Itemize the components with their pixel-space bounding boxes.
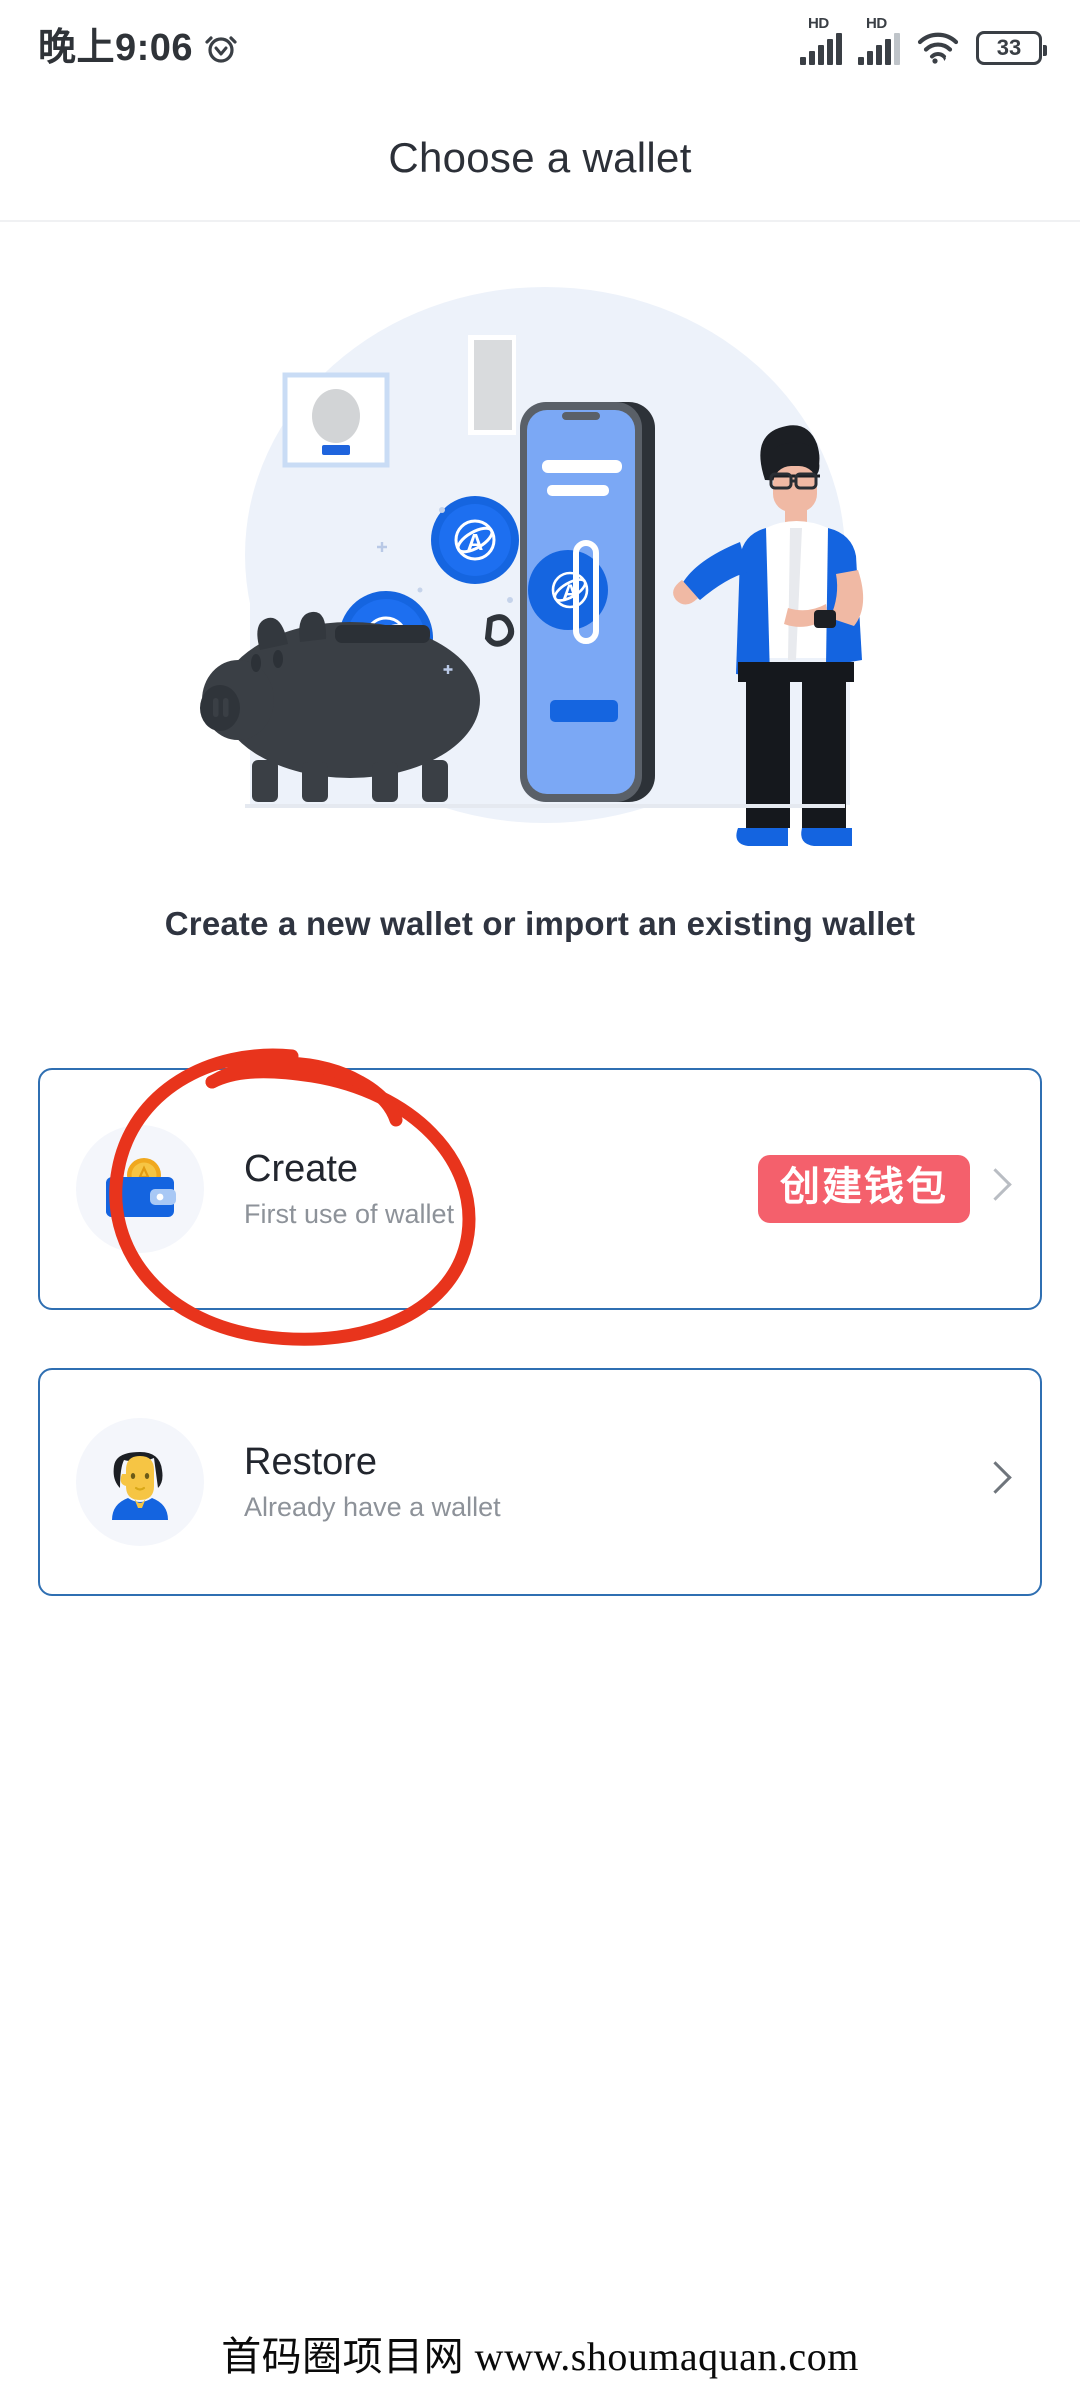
battery-icon: 33 bbox=[976, 31, 1047, 65]
chevron-right-icon[interactable] bbox=[980, 1454, 1014, 1510]
onboarding-subtitle: Create a new wallet or import an existin… bbox=[164, 905, 916, 942]
battery-level: 33 bbox=[996, 35, 1022, 60]
illustration-container: A A bbox=[0, 280, 1080, 850]
smartphone: A bbox=[520, 402, 655, 802]
hd-label-sim2: HD bbox=[866, 15, 887, 32]
person-avatar-icon bbox=[76, 1418, 204, 1546]
create-title: Create bbox=[244, 1147, 359, 1190]
restore-card-text: Restore Already have a wallet bbox=[244, 1441, 980, 1524]
status-time: 晚上9:06 bbox=[38, 27, 194, 69]
hd-label-sim1: HD bbox=[808, 15, 829, 32]
create-subtitle: First use of wallet bbox=[244, 1199, 455, 1230]
footer-watermark: 首码圈项目网 www.shoumaquan.com bbox=[221, 2334, 859, 2379]
chevron-right-icon[interactable] bbox=[980, 1161, 1014, 1217]
status-bar: 晚上9:06 HD HD 33 bbox=[0, 0, 1080, 96]
wallet-onboarding-illustration: A A bbox=[200, 287, 864, 846]
wallet-coin-icon bbox=[76, 1125, 204, 1253]
restore-title: Restore bbox=[244, 1440, 378, 1483]
status-bar-left: 晚上9:06 bbox=[38, 29, 239, 67]
signal-icon-sim2: HD bbox=[858, 15, 900, 65]
wifi-icon bbox=[917, 32, 959, 64]
page-title: Choose a wallet bbox=[388, 134, 692, 181]
create-card-text: Create First use of wallet bbox=[244, 1148, 758, 1231]
restore-subtitle: Already have a wallet bbox=[244, 1492, 501, 1523]
create-wallet-badge[interactable]: 创建钱包 bbox=[758, 1155, 970, 1223]
alarm-clock-icon bbox=[205, 36, 237, 63]
wallet-option-create[interactable]: Create First use of wallet 创建钱包 bbox=[38, 1068, 1042, 1310]
wallet-option-restore[interactable]: Restore Already have a wallet bbox=[38, 1368, 1042, 1596]
status-bar-right: HD HD 33 bbox=[800, 15, 1047, 65]
app-header: Choose a wallet bbox=[0, 96, 1080, 222]
svg-text:A: A bbox=[467, 529, 484, 555]
signal-icon-sim1: HD bbox=[800, 15, 842, 65]
